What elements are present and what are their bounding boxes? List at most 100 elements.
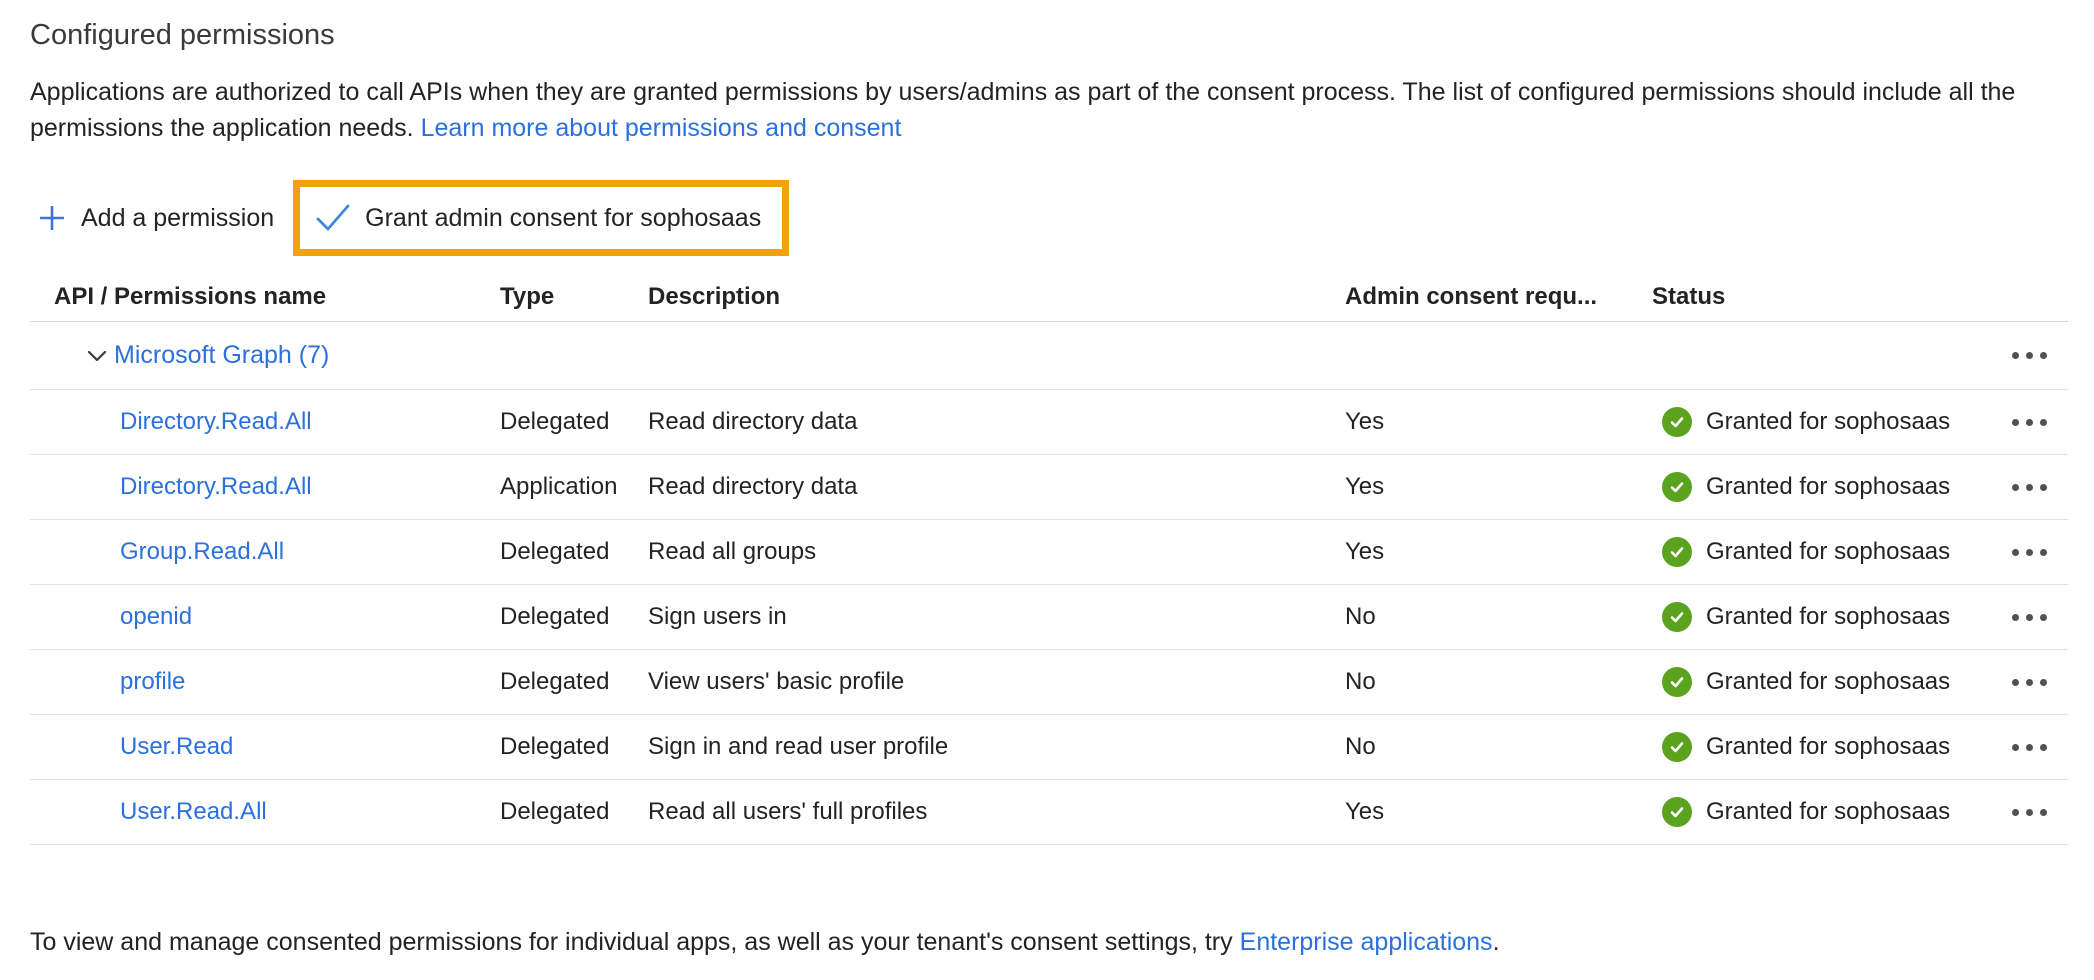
- permission-name-cell: profile: [30, 668, 500, 696]
- header-api-permissions-name: API / Permissions name: [30, 283, 500, 311]
- admin-consent-required-value: Yes: [1345, 473, 1652, 501]
- footer-suffix: .: [1493, 928, 1500, 956]
- permission-link[interactable]: User.Read: [30, 733, 233, 761]
- grant-admin-consent-button[interactable]: Grant admin consent for sophosaas: [300, 187, 782, 249]
- status-cell: Granted for sophosaas: [1652, 602, 1990, 632]
- admin-consent-required-value: No: [1345, 603, 1652, 631]
- permission-name-cell: Directory.Read.All: [30, 473, 500, 501]
- granted-check-icon: [1662, 407, 1692, 437]
- table-row: User.Read Delegated Sign in and read use…: [30, 715, 2068, 780]
- configured-permissions-section: Configured permissions Applications are …: [0, 0, 2094, 961]
- status-cell: Granted for sophosaas: [1652, 797, 1990, 827]
- permission-name-cell: User.Read: [30, 733, 500, 761]
- status-text: Granted for sophosaas: [1706, 473, 1950, 501]
- permission-name-cell: Group.Read.All: [30, 538, 500, 566]
- api-group-row: Microsoft Graph (7): [30, 322, 2068, 390]
- permission-description: Read directory data: [648, 473, 1345, 501]
- status-cell: Granted for sophosaas: [1652, 472, 1990, 502]
- permission-type: Delegated: [500, 733, 648, 761]
- table-row: profile Delegated View users' basic prof…: [30, 650, 2068, 715]
- status-text: Granted for sophosaas: [1706, 798, 1950, 826]
- header-status: Status: [1652, 283, 1990, 311]
- status-text: Granted for sophosaas: [1706, 408, 1950, 436]
- check-icon: [314, 203, 352, 233]
- description-text: Applications are authorized to call APIs…: [30, 74, 2068, 146]
- admin-consent-required-value: Yes: [1345, 798, 1652, 826]
- permission-type: Delegated: [500, 603, 648, 631]
- more-options-icon: [2012, 549, 2047, 556]
- table-row: openid Delegated Sign users in No Grante…: [30, 585, 2068, 650]
- permission-link[interactable]: Directory.Read.All: [30, 473, 312, 501]
- permission-description: Read all users' full profiles: [648, 798, 1345, 826]
- admin-consent-required-value: Yes: [1345, 538, 1652, 566]
- permission-link[interactable]: Directory.Read.All: [30, 408, 312, 436]
- permissions-toolbar: Add a permission Grant admin consent for…: [30, 180, 2068, 256]
- row-more-options-button[interactable]: [2006, 671, 2053, 694]
- table-body: Directory.Read.All Delegated Read direct…: [30, 390, 2068, 845]
- more-options-icon: [2012, 809, 2047, 816]
- add-permission-label: Add a permission: [81, 204, 274, 233]
- status-text: Granted for sophosaas: [1706, 733, 1950, 761]
- admin-consent-required-value: No: [1345, 733, 1652, 761]
- enterprise-applications-link[interactable]: Enterprise applications: [1240, 928, 1493, 956]
- admin-consent-required-value: No: [1345, 668, 1652, 696]
- more-options-icon: [2012, 679, 2047, 686]
- more-options-icon: [2012, 614, 2047, 621]
- granted-check-icon: [1662, 797, 1692, 827]
- permission-description: View users' basic profile: [648, 668, 1345, 696]
- granted-check-icon: [1662, 602, 1692, 632]
- admin-consent-required-value: Yes: [1345, 408, 1652, 436]
- grant-consent-highlight-box: Grant admin consent for sophosaas: [293, 180, 789, 256]
- row-more-options-button[interactable]: [2006, 606, 2053, 629]
- status-cell: Granted for sophosaas: [1652, 537, 1990, 567]
- page-title: Configured permissions: [30, 16, 2068, 54]
- row-more-options-button[interactable]: [2006, 801, 2053, 824]
- chevron-down-icon: [84, 343, 110, 369]
- permission-type: Application: [500, 473, 648, 501]
- permissions-table: API / Permissions name Type Description …: [30, 273, 2068, 845]
- group-more-options-button[interactable]: [2006, 344, 2053, 367]
- permission-link[interactable]: User.Read.All: [30, 798, 267, 826]
- more-options-icon: [2012, 352, 2047, 359]
- row-more-options-button[interactable]: [2006, 476, 2053, 499]
- row-more-options-button[interactable]: [2006, 736, 2053, 759]
- more-options-icon: [2012, 419, 2047, 426]
- collapse-group-button[interactable]: [82, 341, 112, 371]
- table-row: Group.Read.All Delegated Read all groups…: [30, 520, 2068, 585]
- table-row: Directory.Read.All Delegated Read direct…: [30, 390, 2068, 455]
- granted-check-icon: [1662, 472, 1692, 502]
- permission-description: Sign users in: [648, 603, 1345, 631]
- description-body: Applications are authorized to call APIs…: [30, 78, 2015, 142]
- permission-link[interactable]: Group.Read.All: [30, 538, 284, 566]
- granted-check-icon: [1662, 667, 1692, 697]
- add-permission-button[interactable]: Add a permission: [30, 180, 274, 256]
- grant-admin-consent-label: Grant admin consent for sophosaas: [365, 204, 761, 233]
- permission-type: Delegated: [500, 408, 648, 436]
- header-type: Type: [500, 283, 648, 311]
- permission-link[interactable]: openid: [30, 603, 192, 631]
- permission-description: Read all groups: [648, 538, 1345, 566]
- header-description: Description: [648, 283, 1345, 311]
- permission-type: Delegated: [500, 668, 648, 696]
- status-cell: Granted for sophosaas: [1652, 407, 1990, 437]
- permission-name-cell: openid: [30, 603, 500, 631]
- api-group-link[interactable]: Microsoft Graph (7): [114, 341, 329, 370]
- more-options-icon: [2012, 744, 2047, 751]
- permission-name-cell: Directory.Read.All: [30, 408, 500, 436]
- footer-text: To view and manage consented permissions…: [30, 928, 1233, 956]
- table-row: Directory.Read.All Application Read dire…: [30, 455, 2068, 520]
- row-more-options-button[interactable]: [2006, 411, 2053, 434]
- plus-icon: [38, 204, 66, 232]
- status-cell: Granted for sophosaas: [1652, 732, 1990, 762]
- table-row: User.Read.All Delegated Read all users' …: [30, 780, 2068, 845]
- status-text: Granted for sophosaas: [1706, 538, 1950, 566]
- more-options-icon: [2012, 484, 2047, 491]
- permission-link[interactable]: profile: [30, 668, 185, 696]
- permission-type: Delegated: [500, 538, 648, 566]
- status-cell: Granted for sophosaas: [1652, 667, 1990, 697]
- header-admin-consent-required: Admin consent requ...: [1345, 283, 1652, 311]
- status-text: Granted for sophosaas: [1706, 668, 1950, 696]
- granted-check-icon: [1662, 732, 1692, 762]
- row-more-options-button[interactable]: [2006, 541, 2053, 564]
- learn-more-link[interactable]: Learn more about permissions and consent: [421, 114, 902, 142]
